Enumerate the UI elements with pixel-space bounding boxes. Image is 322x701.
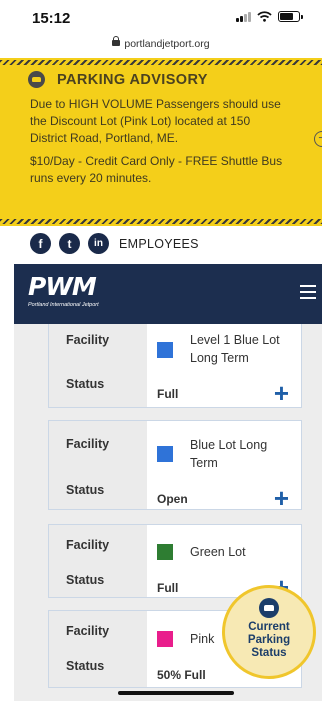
car-icon bbox=[259, 598, 279, 618]
hazard-stripe-top bbox=[0, 60, 322, 65]
facility-name: Blue Lot Long Term bbox=[190, 438, 268, 470]
current-parking-status-line3: Status bbox=[251, 647, 287, 659]
status-label: Status bbox=[66, 377, 105, 391]
facility-label: Facility bbox=[66, 437, 110, 451]
status-icons bbox=[236, 11, 303, 22]
wifi-icon bbox=[257, 11, 272, 22]
facility-label: Facility bbox=[66, 538, 110, 552]
facility-status: Full bbox=[157, 581, 179, 595]
browser-address-bar[interactable]: portlandjetport.org bbox=[0, 36, 322, 50]
twitter-icon[interactable]: t bbox=[59, 233, 80, 254]
social-links: f t in EMPLOYEES bbox=[30, 233, 199, 254]
battery-icon bbox=[278, 11, 303, 22]
advisory-body-1: Due to HIGH VOLUME Passengers should use… bbox=[30, 97, 281, 145]
status-label: Status bbox=[66, 659, 105, 673]
facility-label: Facility bbox=[66, 624, 110, 638]
advisory-title: PARKING ADVISORY bbox=[57, 71, 208, 88]
hazard-stripe-bottom bbox=[0, 219, 322, 224]
facility-color-swatch bbox=[157, 446, 173, 462]
facility-name: Level 1 Blue Lot Long Term bbox=[190, 333, 280, 365]
current-parking-status-line1: Current bbox=[248, 621, 290, 633]
status-time: 15:12 bbox=[32, 10, 71, 27]
employees-link[interactable]: EMPLOYEES bbox=[119, 237, 199, 251]
hamburger-menu-icon[interactable] bbox=[300, 285, 316, 299]
advisory-text: Due to HIGH VOLUME Passengers should use… bbox=[30, 96, 290, 187]
facility-status: Full bbox=[157, 387, 179, 401]
linkedin-icon[interactable]: in bbox=[88, 233, 109, 254]
signal-icon bbox=[236, 11, 251, 22]
advisory-collapse-icon[interactable]: − bbox=[314, 131, 322, 147]
parking-advisory-banner: PARKING ADVISORY Due to HIGH VOLUME Pass… bbox=[0, 58, 322, 226]
facility-status: 50% Full bbox=[157, 668, 206, 682]
facility-color-swatch bbox=[157, 342, 173, 358]
expand-plus-icon[interactable]: + bbox=[274, 380, 289, 406]
site-header: PWM Portland International Jetport bbox=[14, 264, 322, 324]
facility-name: Green Lot bbox=[190, 545, 246, 559]
pwm-logo[interactable]: PWM Portland International Jetport bbox=[28, 272, 99, 309]
home-indicator[interactable] bbox=[118, 691, 234, 695]
parking-card: Facility Status Level 1 Blue Lot Long Te… bbox=[48, 324, 302, 408]
status-label: Status bbox=[66, 573, 105, 587]
url-text: portlandjetport.org bbox=[124, 38, 210, 50]
facility-color-swatch bbox=[157, 544, 173, 560]
logo-subtitle: Portland International Jetport bbox=[28, 302, 99, 308]
facebook-icon[interactable]: f bbox=[30, 233, 51, 254]
status-bar: 15:12 bbox=[0, 0, 322, 34]
advisory-header: PARKING ADVISORY bbox=[28, 71, 208, 88]
parking-card: Facility Status Blue Lot Long Term Open … bbox=[48, 420, 302, 511]
advisory-body-2: $10/Day - Credit Card Only - FREE Shuttl… bbox=[30, 154, 283, 185]
lock-icon bbox=[112, 36, 121, 46]
expand-plus-icon[interactable]: + bbox=[274, 485, 289, 511]
facility-status: Open bbox=[157, 492, 188, 506]
facility-label: Facility bbox=[66, 333, 110, 347]
status-label: Status bbox=[66, 483, 105, 497]
facility-color-swatch bbox=[157, 631, 173, 647]
current-parking-status-line2: Parking bbox=[247, 634, 291, 646]
logo-mark: PWM bbox=[28, 272, 97, 301]
car-icon bbox=[28, 71, 45, 88]
current-parking-status-button[interactable]: Current Parking Status bbox=[222, 585, 316, 679]
